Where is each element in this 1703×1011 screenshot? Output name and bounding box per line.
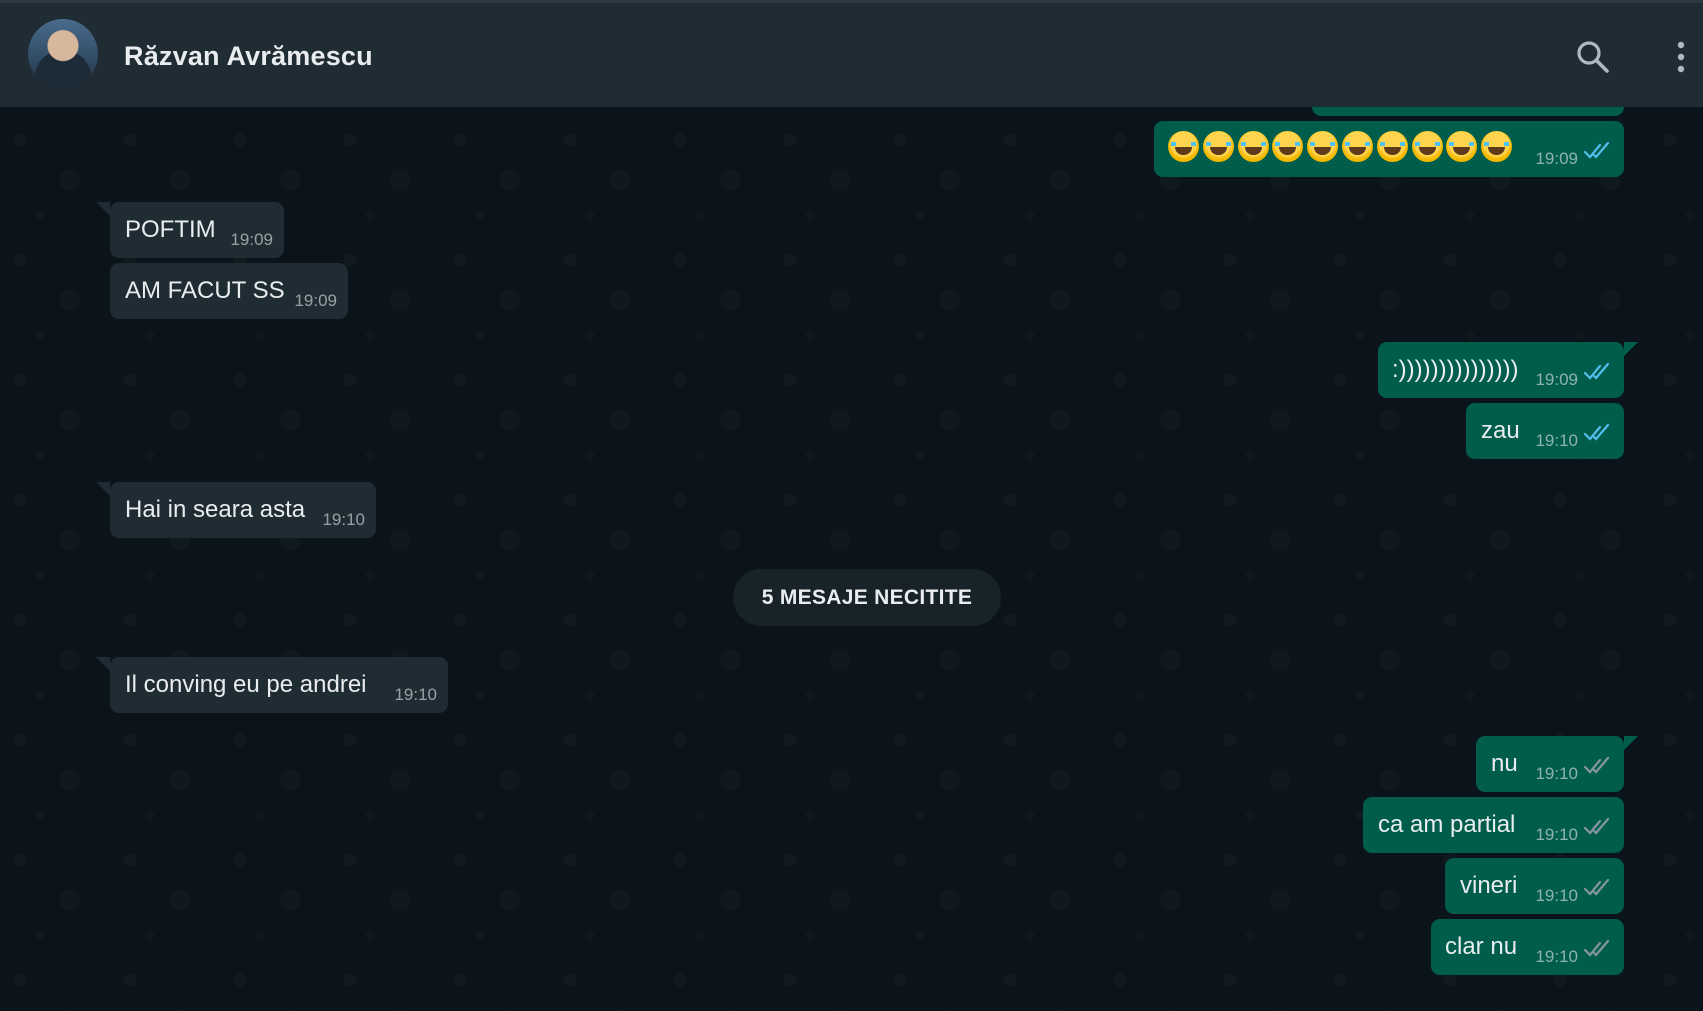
message-time: 19:09 (1535, 149, 1578, 168)
message-text: nu (1491, 750, 1518, 777)
laughing-emoji-icon (1237, 131, 1269, 163)
message-time: 19:09 (230, 230, 273, 249)
incoming-message[interactable]: Il conving eu pe andrei 19:10 (96, 657, 448, 713)
laughing-emoji-icon (1481, 131, 1513, 163)
chat-window: Răzvan Avrămescu 19:09 POFTIM 19:09 AM F… (0, 0, 1703, 1011)
incoming-message[interactable]: POFTIM 19:09 (96, 202, 284, 258)
outgoing-message[interactable]: ca am partial 19:10 (1363, 797, 1624, 853)
incoming-message[interactable]: AM FACUT SS 19:09 (110, 263, 348, 319)
message-time: 19:09 (1535, 370, 1578, 389)
double-check-icon (1584, 362, 1610, 380)
double-check-icon (1584, 141, 1610, 159)
more-vertical-icon[interactable] (1666, 39, 1696, 75)
message-text: AM FACUT SS (125, 277, 285, 304)
laughing-emoji-icon (1446, 131, 1478, 163)
laughing-emoji-icon (1411, 131, 1443, 163)
message-time: 19:10 (1535, 947, 1578, 966)
message-time: 19:10 (1535, 825, 1578, 844)
laughing-emoji-icon (1168, 131, 1199, 163)
chat-header[interactable]: Răzvan Avrămescu (0, 0, 1703, 107)
search-icon[interactable] (1575, 39, 1611, 75)
double-check-icon (1584, 817, 1610, 835)
outgoing-message[interactable]: clar nu 19:10 (1431, 919, 1624, 975)
incoming-message[interactable]: Hai in seara asta 19:10 (96, 482, 376, 538)
message-text: zau (1481, 417, 1520, 444)
message-time: 19:09 (294, 291, 337, 310)
message-text: vineri (1460, 872, 1518, 899)
message-time: 19:10 (1535, 886, 1578, 905)
outgoing-message[interactable]: zau 19:10 (1466, 403, 1624, 459)
outgoing-message[interactable]: :))))))))))))))) 19:09 (1378, 342, 1638, 398)
message-text: ca am partial (1378, 811, 1516, 838)
double-check-icon (1584, 878, 1610, 896)
double-check-icon (1584, 756, 1610, 774)
message-text: :))))))))))))))) (1392, 356, 1519, 383)
outgoing-message[interactable]: nu 19:10 (1476, 736, 1638, 792)
contact-avatar[interactable] (28, 19, 98, 89)
emoji-row (1168, 121, 1516, 177)
double-check-icon (1584, 939, 1610, 957)
outgoing-message[interactable]: vineri 19:10 (1445, 858, 1624, 914)
message-time: 19:10 (394, 685, 437, 704)
outgoing-message[interactable]: 19:09 (1154, 121, 1624, 177)
message-text: POFTIM (125, 216, 216, 243)
laughing-emoji-icon (1341, 131, 1373, 163)
laughing-emoji-icon (1307, 131, 1339, 163)
message-time: 19:10 (322, 510, 365, 529)
laughing-emoji-icon (1202, 131, 1234, 163)
unread-messages-divider: 5 MESAJE NECITITE (733, 569, 1001, 626)
laughing-emoji-icon (1376, 131, 1408, 163)
message-text: Hai in seara asta (125, 496, 306, 523)
message-time: 19:10 (1535, 764, 1578, 783)
contact-name[interactable]: Răzvan Avrămescu (124, 41, 373, 72)
message-text: clar nu (1445, 933, 1518, 960)
laughing-emoji-icon (1272, 131, 1304, 163)
double-check-icon (1584, 423, 1610, 441)
message-text: Il conving eu pe andrei (125, 671, 367, 698)
message-time: 19:10 (1535, 431, 1578, 450)
